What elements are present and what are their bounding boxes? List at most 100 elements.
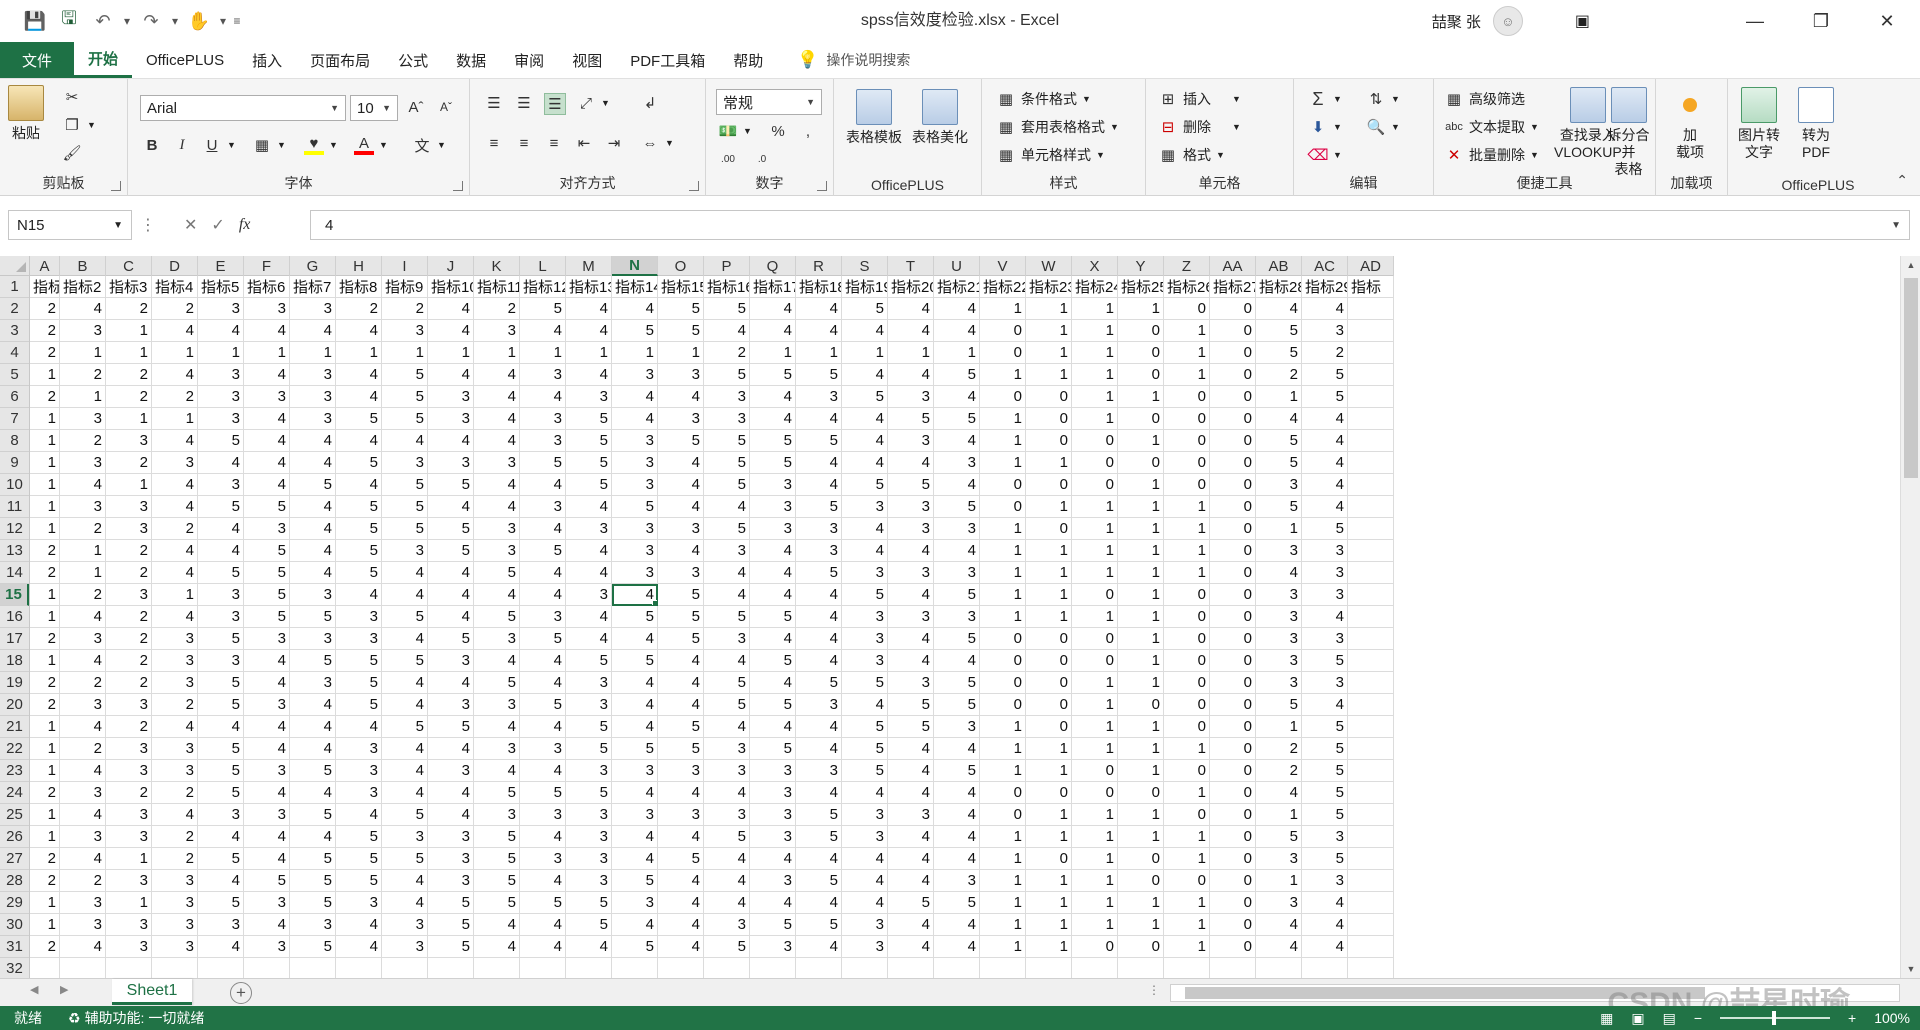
data-cell[interactable]: 4	[704, 716, 750, 738]
data-cell[interactable]: 4	[520, 672, 566, 694]
data-cell[interactable]: 0	[1164, 298, 1210, 320]
header-cell[interactable]: 指标24	[1072, 276, 1118, 298]
data-cell[interactable]: 5	[382, 606, 428, 628]
data-cell[interactable]: 3	[750, 518, 796, 540]
data-cell[interactable]: 5	[290, 606, 336, 628]
tab-review[interactable]: 审阅	[500, 42, 558, 78]
data-cell[interactable]: 0	[1210, 716, 1256, 738]
data-cell[interactable]: 0	[1210, 738, 1256, 760]
data-cell[interactable]: 5	[750, 606, 796, 628]
data-cell[interactable]: 1	[1164, 782, 1210, 804]
select-all-button[interactable]	[0, 256, 30, 276]
data-cell[interactable]: 5	[612, 936, 658, 958]
data-cell[interactable]: 1	[1026, 496, 1072, 518]
data-cell[interactable]: 4	[658, 694, 704, 716]
data-cell[interactable]: 5	[290, 650, 336, 672]
data-cell[interactable]: 0	[1210, 826, 1256, 848]
data-cell[interactable]: 5	[750, 364, 796, 386]
close-icon[interactable]: ✕	[1854, 0, 1920, 42]
data-cell[interactable]: 3	[842, 606, 888, 628]
data-cell[interactable]: 4	[842, 364, 888, 386]
data-cell[interactable]: 4	[520, 650, 566, 672]
data-cell[interactable]: 5	[336, 848, 382, 870]
data-cell[interactable]: 4	[1256, 408, 1302, 430]
data-cell[interactable]: 3	[566, 584, 612, 606]
data-cell[interactable]: 1	[1118, 738, 1164, 760]
tab-formulas[interactable]: 公式	[384, 42, 442, 78]
data-cell[interactable]: 5	[934, 364, 980, 386]
data-cell[interactable]: 1	[1026, 584, 1072, 606]
data-cell[interactable]: 1	[1256, 870, 1302, 892]
row-header-1[interactable]: 1	[0, 276, 29, 298]
data-cell[interactable]: 3	[244, 628, 290, 650]
data-cell[interactable]: 4	[750, 892, 796, 914]
data-cell[interactable]: 3	[244, 936, 290, 958]
data-cell[interactable]: 3	[60, 408, 106, 430]
data-cell[interactable]: 4	[1302, 474, 1348, 496]
empty-cell[interactable]	[474, 958, 520, 978]
data-cell[interactable]: 4	[750, 672, 796, 694]
data-cell[interactable]: 5	[290, 870, 336, 892]
data-cell[interactable]: 0	[1118, 870, 1164, 892]
data-cell[interactable]: 5	[842, 298, 888, 320]
text-extract-button[interactable]: abc 文本提取 ▼	[1444, 117, 1539, 137]
data-cell[interactable]: 4	[198, 518, 244, 540]
data-cell[interactable]: 3	[842, 936, 888, 958]
data-cell[interactable]: 5	[428, 936, 474, 958]
data-cell[interactable]: 5	[612, 606, 658, 628]
data-cell[interactable]: 3	[888, 606, 934, 628]
data-cell[interactable]: 1	[106, 474, 152, 496]
ribbon-display-options-icon[interactable]: ▣	[1575, 11, 1590, 31]
data-cell[interactable]: 5	[704, 452, 750, 474]
data-cell[interactable]: 5	[934, 496, 980, 518]
data-cell[interactable]: 0	[1210, 386, 1256, 408]
data-cell[interactable]: 1	[30, 826, 60, 848]
data-cell[interactable]: 3	[612, 474, 658, 496]
data-cell[interactable]: 0	[1164, 870, 1210, 892]
data-cell[interactable]: 5	[198, 738, 244, 760]
data-cell[interactable]: 3	[198, 650, 244, 672]
row-header-21[interactable]: 21	[0, 716, 29, 738]
data-cell[interactable]: 5	[382, 408, 428, 430]
data-cell[interactable]: 3	[474, 628, 520, 650]
data-cell[interactable]: 4	[612, 716, 658, 738]
data-cell[interactable]: 3	[704, 804, 750, 826]
save-as-icon[interactable]: 🖫	[54, 6, 84, 36]
data-cell[interactable]: 4	[244, 716, 290, 738]
data-cell[interactable]: 4	[566, 320, 612, 342]
font-color-dropdown-icon[interactable]: ▼	[379, 140, 388, 150]
data-cell[interactable]: 3	[704, 760, 750, 782]
empty-cell[interactable]	[980, 958, 1026, 978]
data-cell[interactable]: 4	[244, 738, 290, 760]
border-button[interactable]: ▦ ▼	[252, 135, 286, 155]
data-cell[interactable]: 4	[704, 320, 750, 342]
data-cell[interactable]: 5	[382, 518, 428, 540]
comma-button[interactable]: ,	[798, 121, 818, 141]
data-cell[interactable]: 5	[198, 848, 244, 870]
data-cell[interactable]: 3	[566, 826, 612, 848]
phonetic-dropdown-icon[interactable]: ▼	[437, 140, 446, 150]
data-cell[interactable]: 5	[842, 716, 888, 738]
data-cell[interactable]: 4	[474, 914, 520, 936]
header-cell[interactable]: 指标21	[934, 276, 980, 298]
data-cell[interactable]: 4	[1256, 782, 1302, 804]
data-cell[interactable]: 5	[704, 474, 750, 496]
data-cell[interactable]: 5	[428, 474, 474, 496]
data-cell[interactable]: 4	[750, 298, 796, 320]
data-cell[interactable]: 1	[60, 386, 106, 408]
data-cell[interactable]: 3	[152, 672, 198, 694]
data-cell[interactable]: 3	[152, 650, 198, 672]
data-cell[interactable]: 4	[474, 430, 520, 452]
data-cell[interactable]: 5	[1256, 694, 1302, 716]
data-cell[interactable]: 4	[152, 562, 198, 584]
undo-dropdown-icon[interactable]: ▾	[122, 14, 132, 28]
header-cell[interactable]: 指标23	[1026, 276, 1072, 298]
header-cell[interactable]: 指标7	[290, 276, 336, 298]
data-cell[interactable]: 4	[428, 606, 474, 628]
italic-button[interactable]: I	[172, 135, 192, 155]
data-cell[interactable]: 4	[60, 848, 106, 870]
data-cell[interactable]: 1	[60, 540, 106, 562]
customize-qat-icon[interactable]: ≡	[232, 14, 242, 28]
data-cell[interactable]: 5	[1302, 848, 1348, 870]
data-cell[interactable]: 3	[152, 738, 198, 760]
